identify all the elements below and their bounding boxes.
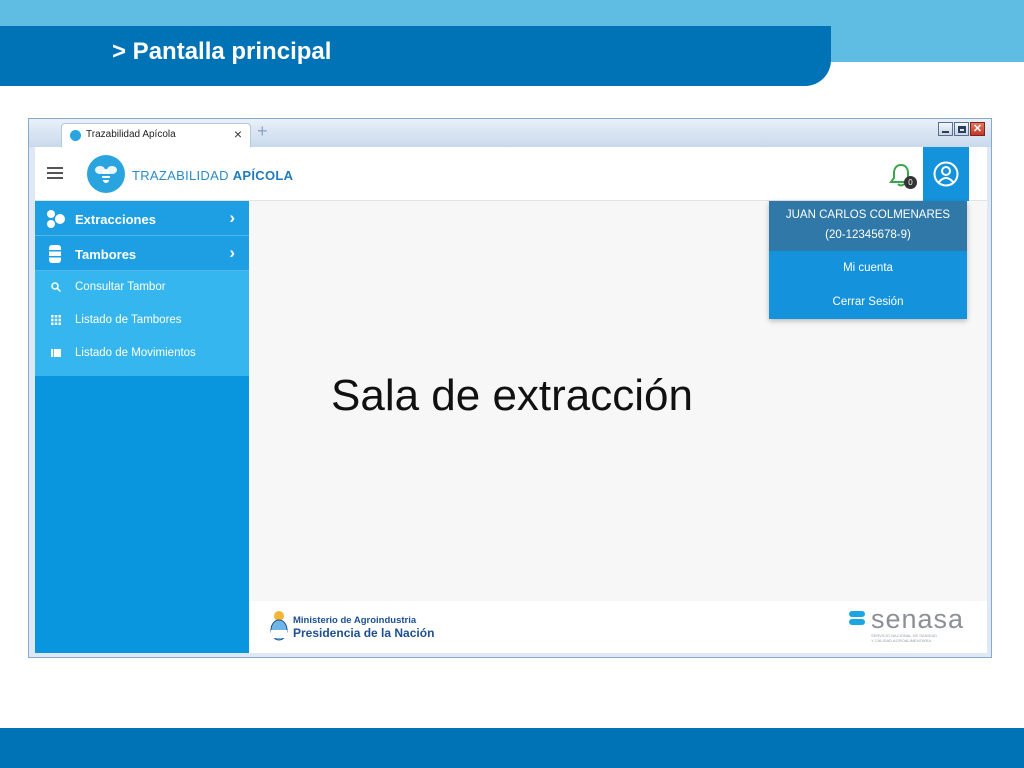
minimize-button[interactable] [938, 122, 953, 136]
senasa-logo-icon [849, 611, 865, 625]
submenu-item-listado-tambores[interactable]: Listado de Tambores [35, 304, 249, 337]
my-account-link[interactable]: Mi cuenta [769, 251, 967, 285]
logout-link[interactable]: Cerrar Sesión [769, 285, 967, 319]
slide: > Pantalla principal Trazabilidad Apícol… [0, 0, 1024, 768]
page-title: Sala de extracción [331, 371, 693, 420]
submenu-item-listado-movimientos[interactable]: Listado de Movimientos [35, 337, 249, 370]
ministry-line-1: Ministerio de Agroindustria [293, 615, 417, 626]
minimize-icon [942, 131, 949, 133]
tab-title: Trazabilidad Apícola [86, 129, 176, 140]
user-id: (20-12345678-9) [825, 229, 911, 241]
app-footer: Ministerio de Agroindustria Presidencia … [249, 601, 987, 653]
maximize-icon [957, 125, 966, 133]
senasa-logo-text: senasa [871, 604, 965, 634]
window-controls: ✕ [938, 122, 985, 136]
submenu-item-label: Consultar Tambor [75, 281, 166, 293]
chevron-right-icon: › [229, 243, 235, 262]
barrel-icon [49, 245, 61, 263]
senasa-subtitle-line: Y CALIDAD AGROALIMENTARIA [871, 638, 932, 643]
browser-tab[interactable]: Trazabilidad Apícola × [61, 123, 251, 147]
brand-prefix: TRAZABILIDAD [132, 168, 233, 183]
sidebar-item-tambores[interactable]: Tambores › [35, 236, 249, 271]
bee-logo-icon [87, 155, 125, 193]
browser-titlebar: Trazabilidad Apícola × + ✕ [29, 119, 991, 147]
user-name: JUAN CARLOS COLMENARES [785, 209, 951, 221]
honeycomb-icon [47, 210, 65, 228]
slide-title: > Pantalla principal [112, 38, 332, 65]
brand-name: TRAZABILIDAD APÍCOLA [132, 168, 293, 183]
submenu-item-consultar-tambor[interactable]: Consultar Tambor [35, 271, 249, 304]
submenu-item-label: Listado de Movimientos [75, 347, 196, 359]
hamburger-menu-icon[interactable] [47, 167, 63, 179]
chevron-right-icon: › [229, 208, 235, 227]
main-content: Sala de extracción JUAN CARLOS COLMENARE… [249, 201, 987, 601]
new-tab-button[interactable]: + [257, 121, 268, 142]
maximize-button[interactable] [954, 122, 969, 136]
sidebar-item-label: Tambores [75, 247, 137, 262]
coat-of-arms-icon [270, 611, 288, 641]
list-icon [51, 349, 61, 357]
tab-close-button[interactable]: × [234, 126, 242, 142]
user-account-button[interactable] [923, 147, 969, 201]
slide-footer-band [0, 728, 1024, 768]
favicon-icon [70, 130, 81, 141]
user-icon [933, 161, 959, 187]
tambores-submenu: Consultar Tambor Listado de Tambores Lis… [35, 271, 249, 376]
browser-window: Trazabilidad Apícola × + ✕ TRAZABILIDAD … [28, 118, 992, 658]
submenu-item-label: Listado de Tambores [75, 314, 182, 326]
sidebar-item-label: Extracciones [75, 212, 156, 227]
search-icon [51, 282, 61, 292]
user-dropdown-menu: JUAN CARLOS COLMENARES (20-12345678-9) M… [769, 201, 967, 319]
app-header: TRAZABILIDAD APÍCOLA 0 [35, 147, 987, 201]
user-info: JUAN CARLOS COLMENARES (20-12345678-9) [769, 201, 967, 251]
brand-bold: APÍCOLA [232, 168, 294, 183]
grid-icon [51, 315, 61, 325]
ministry-line-2: Presidencia de la Nación [293, 626, 435, 640]
senasa-subtitle: SERVICIO NACIONAL DE SANIDAD Y CALIDAD A… [871, 633, 937, 643]
notification-count-badge: 0 [904, 176, 917, 189]
close-icon: ✕ [972, 123, 983, 135]
sidebar-item-extracciones[interactable]: Extracciones › [35, 201, 249, 236]
sidebar: Extracciones › Tambores › Consultar Tamb… [35, 201, 249, 653]
close-window-button[interactable]: ✕ [970, 122, 985, 136]
